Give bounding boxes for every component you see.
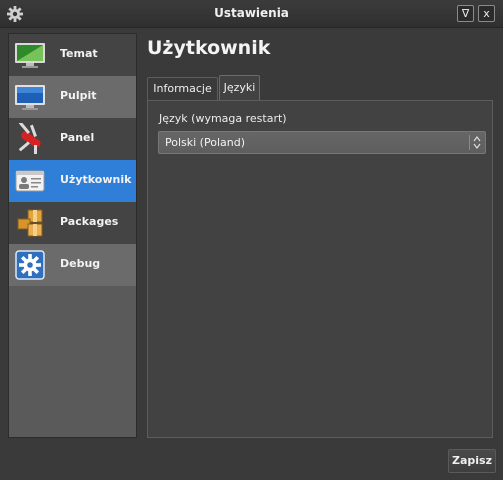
sidebar-item-label: Panel <box>60 131 95 144</box>
window-title: Ustawienia <box>214 6 289 20</box>
up-down-arrows-icon <box>473 136 481 149</box>
sidebar: Temat Pulpit Panel Użytkownik Packages D… <box>8 33 137 438</box>
packages-icon <box>17 209 43 237</box>
close-button[interactable]: x <box>478 5 495 22</box>
id-card-icon <box>15 170 45 192</box>
sidebar-item-panel[interactable]: Panel <box>9 118 136 160</box>
sidebar-item-label: Użytkownik <box>60 173 132 186</box>
sidebar-item-label: Pulpit <box>60 89 97 102</box>
page-title: Użytkownik <box>147 37 271 59</box>
language-field-label: Język (wymaga restart) <box>159 112 287 125</box>
gear-icon <box>15 250 45 280</box>
sidebar-item-label: Debug <box>60 257 101 270</box>
sidebar-item-debug[interactable]: Debug <box>9 244 136 286</box>
title-bar: Ustawienia ∇ x <box>0 0 503 28</box>
swiss-knife-icon <box>18 123 41 154</box>
sidebar-item-label: Temat <box>60 47 98 60</box>
shade-button[interactable]: ∇ <box>457 5 474 22</box>
sidebar-item-label: Packages <box>60 215 119 228</box>
tab-informacje[interactable]: Informacje <box>147 77 218 101</box>
sidebar-item-packages[interactable]: Packages <box>9 202 136 244</box>
tab-jezyki[interactable]: Języki <box>219 75 260 101</box>
theme-monitor-icon <box>15 43 45 68</box>
language-select[interactable]: Polski (Poland) <box>158 131 486 154</box>
combo-separator <box>469 135 470 150</box>
desktop-monitor-icon <box>15 85 45 110</box>
sidebar-item-pulpit[interactable]: Pulpit <box>9 76 136 118</box>
sidebar-item-uzytkownik[interactable]: Użytkownik <box>9 160 136 202</box>
save-button[interactable]: Zapisz <box>448 449 496 473</box>
sidebar-item-temat[interactable]: Temat <box>9 34 136 76</box>
language-select-value: Polski (Poland) <box>165 136 245 149</box>
